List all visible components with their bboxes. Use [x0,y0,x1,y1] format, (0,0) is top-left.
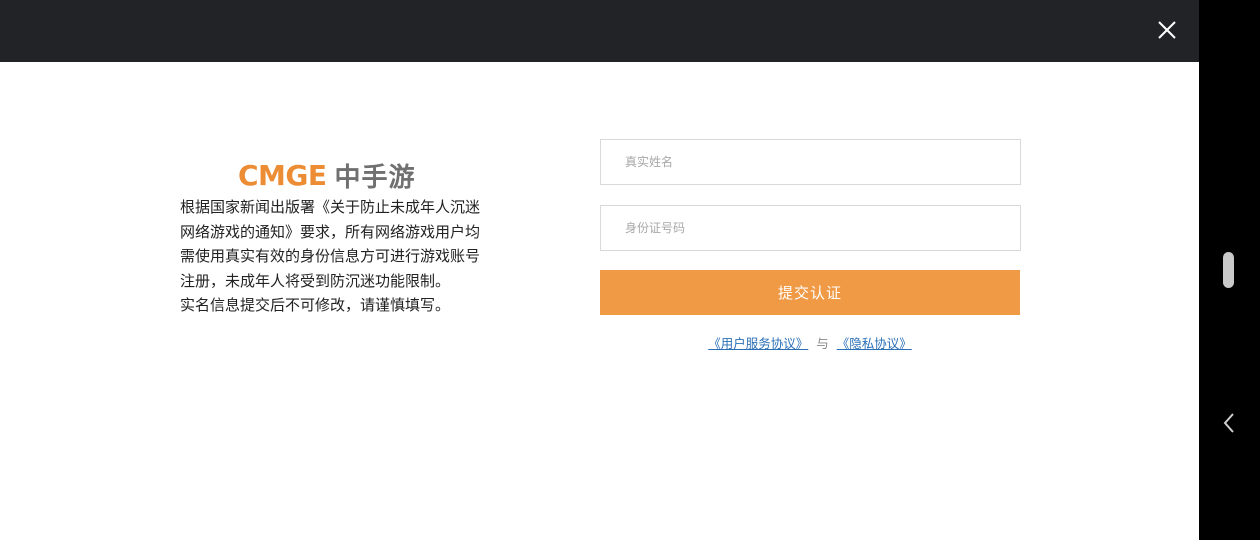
chevron-left-icon [1223,413,1234,433]
logo-text-cn: 中手游 [334,162,416,193]
verification-screen: CMGE 中手游 根据国家新闻出版署《关于防止未成年人沉迷 网络游戏的通知》要求… [0,0,1260,540]
back-button[interactable] [1219,410,1239,436]
notice-line: 实名信息提交后不可修改，请谨慎填写。 [180,296,451,314]
close-button[interactable] [1151,14,1183,46]
notice-line: 网络游戏的通知》要求，所有网络游戏用户均 [180,222,481,241]
cmge-logo: CMGE 中手游 [238,158,416,193]
close-icon [1158,21,1176,39]
scrollbar-thumb[interactable] [1223,252,1234,288]
agreement-links: 《用户服务协议》 与 《隐私协议》 [600,333,1020,352]
verification-panel: CMGE 中手游 根据国家新闻出版署《关于防止未成年人沉迷 网络游戏的通知》要求… [0,62,1199,540]
notice-line: 需使用真实有效的身份信息方可进行游戏账号 [180,247,481,265]
agreement-separator: 与 [816,336,829,351]
real-name-notice: 根据国家新闻出版署《关于防止未成年人沉迷 网络游戏的通知》要求，所有网络游戏用户… [180,195,525,318]
submit-verification-button[interactable]: 提交认证 [600,270,1020,315]
logo-text-en: CMGE [238,158,327,192]
id-number-input[interactable] [600,205,1021,251]
privacy-agreement-link[interactable]: 《隐私协议》 [837,336,912,351]
real-name-input[interactable] [600,139,1021,185]
notice-line: 根据国家新闻出版署《关于防止未成年人沉迷 [180,198,481,216]
notice-line: 注册，未成年人将受到防沉迷功能限制。 [180,271,451,290]
system-side-bar [1199,0,1260,540]
top-bar [0,0,1199,62]
user-agreement-link[interactable]: 《用户服务协议》 [708,336,808,351]
